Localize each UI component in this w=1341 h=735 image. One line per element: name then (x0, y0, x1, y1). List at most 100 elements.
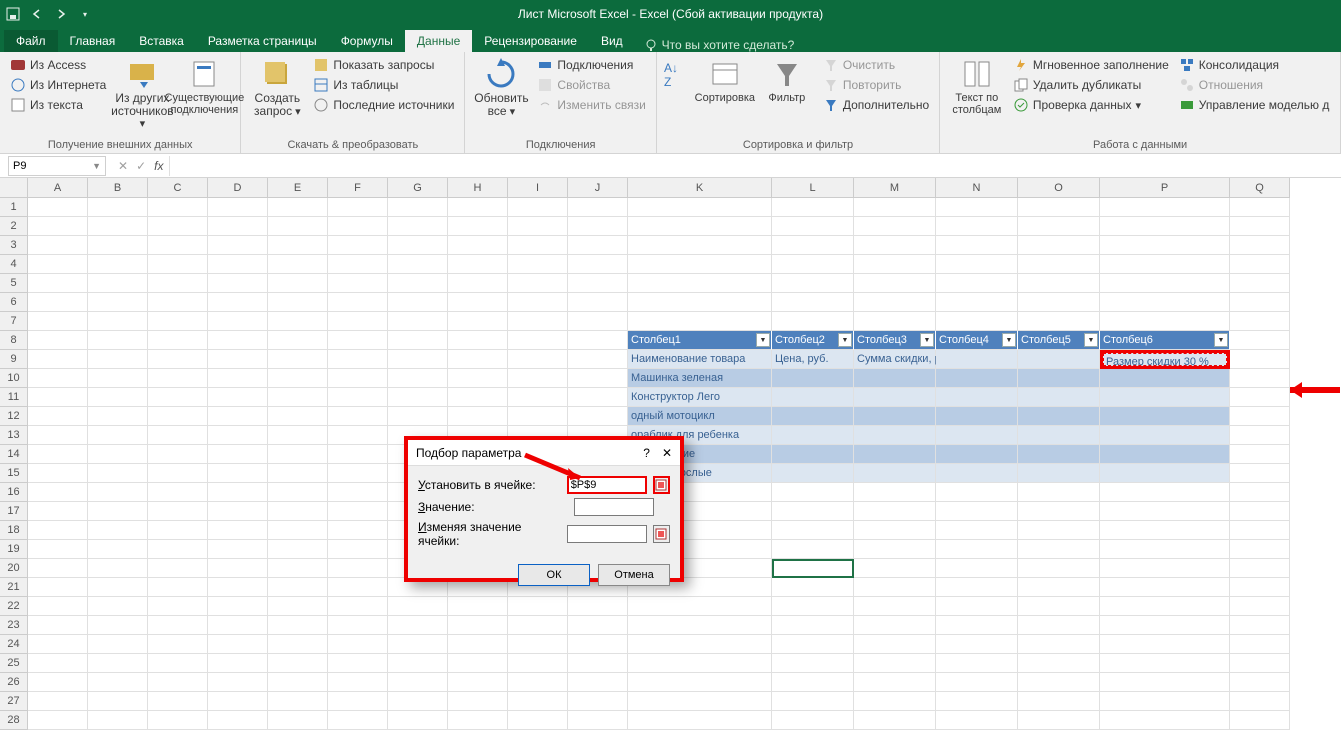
cell[interactable] (1230, 540, 1290, 559)
cell[interactable] (1100, 217, 1230, 236)
filter-dropdown-icon[interactable]: ▼ (1002, 333, 1016, 347)
cell[interactable] (88, 578, 148, 597)
cell[interactable] (854, 426, 936, 445)
cell[interactable] (854, 711, 936, 730)
cell[interactable] (772, 692, 854, 711)
cell[interactable] (148, 217, 208, 236)
cell[interactable] (148, 483, 208, 502)
cell[interactable] (854, 369, 936, 388)
cell[interactable]: Столбец1▼ (628, 331, 772, 350)
cell[interactable] (88, 616, 148, 635)
cell[interactable] (208, 274, 268, 293)
cell[interactable] (328, 274, 388, 293)
cell[interactable] (328, 426, 388, 445)
cell[interactable] (1100, 635, 1230, 654)
cell[interactable] (388, 616, 448, 635)
cell[interactable] (328, 502, 388, 521)
cell[interactable] (268, 255, 328, 274)
cell[interactable] (1018, 483, 1100, 502)
cell[interactable] (328, 312, 388, 331)
cell[interactable] (268, 559, 328, 578)
cell[interactable] (208, 597, 268, 616)
clear-filter-button[interactable]: Очистить (821, 56, 931, 74)
cell[interactable] (772, 312, 854, 331)
cell[interactable] (148, 331, 208, 350)
cell[interactable] (28, 217, 88, 236)
cell[interactable] (208, 217, 268, 236)
cell[interactable] (1230, 369, 1290, 388)
cell[interactable]: Столбец3▼ (854, 331, 936, 350)
cell[interactable] (88, 369, 148, 388)
cell[interactable] (936, 673, 1018, 692)
cell[interactable] (1230, 692, 1290, 711)
cell[interactable] (208, 350, 268, 369)
filter-dropdown-icon[interactable]: ▼ (1214, 333, 1228, 347)
cell[interactable] (148, 673, 208, 692)
to-value-input[interactable] (574, 498, 654, 516)
cell[interactable] (88, 559, 148, 578)
cell[interactable] (28, 445, 88, 464)
cell[interactable] (88, 312, 148, 331)
cell[interactable] (628, 616, 772, 635)
cell[interactable] (208, 502, 268, 521)
cell[interactable] (508, 293, 568, 312)
cell[interactable] (1018, 198, 1100, 217)
cell[interactable] (268, 312, 328, 331)
cell[interactable] (208, 654, 268, 673)
cell[interactable] (854, 540, 936, 559)
name-box-input[interactable] (13, 160, 73, 172)
cell[interactable] (148, 597, 208, 616)
cell[interactable] (448, 255, 508, 274)
cell[interactable] (208, 673, 268, 692)
column-header[interactable]: O (1018, 178, 1100, 198)
flash-fill-button[interactable]: Мгновенное заполнение (1011, 56, 1171, 74)
cell[interactable] (772, 198, 854, 217)
cell[interactable] (628, 293, 772, 312)
cell[interactable] (508, 255, 568, 274)
cell[interactable] (268, 597, 328, 616)
cell[interactable] (388, 274, 448, 293)
cell[interactable] (448, 274, 508, 293)
cell[interactable] (148, 502, 208, 521)
column-header[interactable]: I (508, 178, 568, 198)
cell[interactable] (936, 236, 1018, 255)
cell[interactable] (88, 692, 148, 711)
cell[interactable] (328, 635, 388, 654)
new-query-button[interactable]: Создать запрос ▾ (249, 56, 305, 120)
cell[interactable] (854, 198, 936, 217)
cell[interactable] (1100, 198, 1230, 217)
cell[interactable] (208, 521, 268, 540)
cell[interactable] (1018, 616, 1100, 635)
cell[interactable] (328, 597, 388, 616)
cell[interactable] (208, 559, 268, 578)
cell[interactable] (568, 692, 628, 711)
cell[interactable] (936, 388, 1018, 407)
cell[interactable] (148, 559, 208, 578)
column-header[interactable]: C (148, 178, 208, 198)
cell[interactable] (328, 236, 388, 255)
cell[interactable] (936, 559, 1018, 578)
cancel-button[interactable]: Отмена (598, 564, 670, 586)
cell[interactable] (568, 369, 628, 388)
cell[interactable] (328, 255, 388, 274)
cell[interactable] (508, 654, 568, 673)
cell[interactable] (772, 445, 854, 464)
column-header[interactable]: B (88, 178, 148, 198)
cell[interactable] (448, 293, 508, 312)
column-header[interactable]: H (448, 178, 508, 198)
redo-icon[interactable] (54, 7, 68, 21)
cell[interactable] (1100, 711, 1230, 730)
cell[interactable] (268, 331, 328, 350)
cell[interactable] (448, 407, 508, 426)
cell[interactable] (1230, 312, 1290, 331)
cell[interactable] (328, 331, 388, 350)
recent-sources-button[interactable]: Последние источники (311, 96, 456, 114)
cell[interactable] (388, 692, 448, 711)
cell[interactable] (568, 293, 628, 312)
cell[interactable] (568, 654, 628, 673)
cell[interactable] (448, 369, 508, 388)
row-header[interactable]: 13 (0, 426, 28, 445)
cell[interactable] (772, 483, 854, 502)
cell[interactable] (936, 198, 1018, 217)
cell[interactable] (854, 388, 936, 407)
